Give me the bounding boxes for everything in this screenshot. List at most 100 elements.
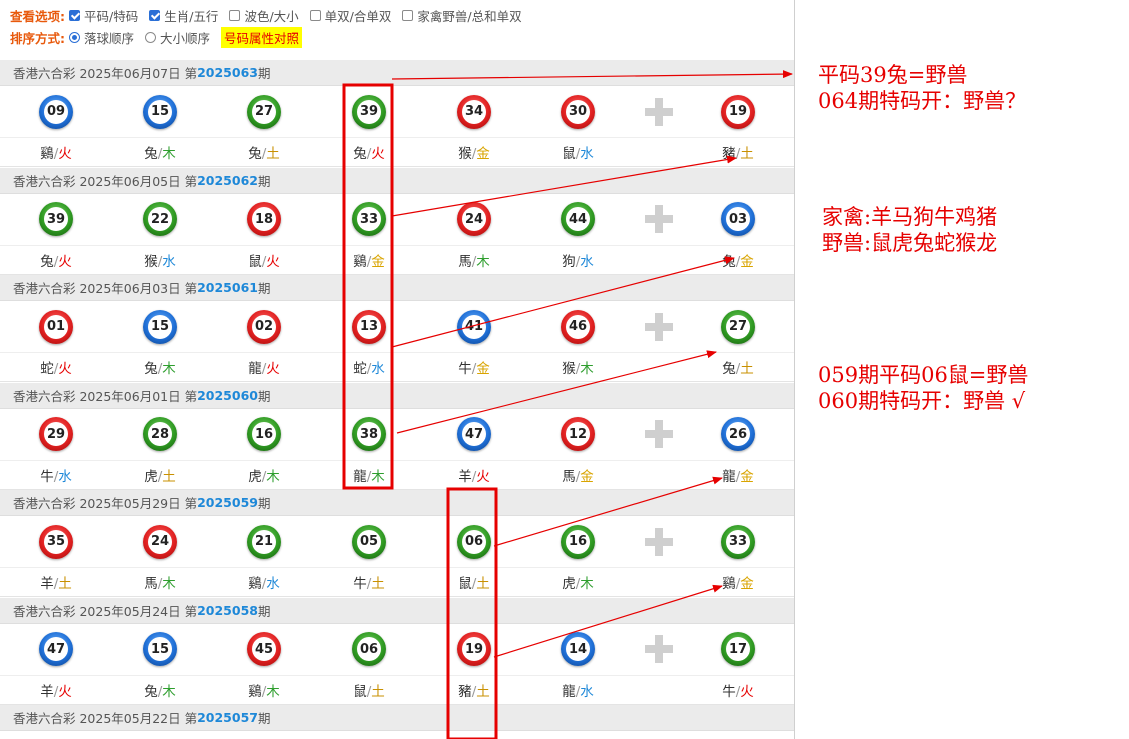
blue-ball: 15 [143, 94, 177, 129]
zodiac-element: 兔/土 [722, 357, 754, 377]
zodiac-element: 兔/金 [722, 250, 754, 270]
draw-issue-number[interactable]: 2025057 [197, 710, 258, 725]
zodiac-element: 牛/土 [353, 572, 385, 592]
zodiac: 猴 [458, 146, 472, 162]
attribute-cell: 龍/木 [349, 461, 389, 489]
attribute-cell: 牛/土 [349, 568, 389, 596]
zodiac-element: 羊/土 [40, 572, 72, 592]
element: 金 [740, 253, 754, 270]
green-ball: 16 [247, 417, 281, 451]
attribute-cell: 龍/火 [244, 353, 284, 381]
zodiac: 龍 [562, 683, 576, 700]
zodiac: 兔 [144, 683, 158, 700]
ball-number: 01 [44, 314, 68, 339]
zodiac-element: 豬/土 [458, 680, 490, 700]
checkbox-icon[interactable] [69, 9, 80, 21]
element: 水 [58, 468, 72, 485]
radio-icon[interactable] [69, 31, 80, 43]
element: 木 [162, 361, 176, 377]
draw-block: 香港六合彩 2025年05月24日 第 2025058 期 47 15 45 06 19 14 1… [0, 597, 794, 705]
ball-cell: 24 [140, 516, 180, 567]
plus-icon [645, 312, 673, 341]
element: 金 [371, 253, 385, 270]
draw-issue-number[interactable]: 2025061 [197, 280, 258, 295]
option-zodiac-element[interactable]: 生肖/五行 [149, 6, 218, 25]
checkbox-icon[interactable] [149, 9, 161, 21]
ball-cell: 06 [454, 516, 494, 567]
zodiac: 鷄 [40, 146, 54, 162]
zodiac: 狗 [562, 253, 576, 270]
element: 水 [580, 146, 594, 162]
annotation-line: 野兽:鼠虎兔蛇猴龙 [822, 231, 998, 255]
option-label: 生肖/五行 [164, 8, 219, 24]
element: 土 [740, 361, 754, 377]
element: 金 [476, 146, 490, 162]
attribute-cell: 牛/水 [36, 461, 76, 489]
zodiac: 鷄 [722, 576, 736, 592]
red-ball: 34 [457, 94, 491, 129]
ball-number: 03 [726, 207, 750, 231]
balls-row: 09 15 27 39 34 30 19 [0, 86, 794, 138]
annotation-line: 064期特码开：野兽？ [818, 89, 1027, 113]
ball-cell: 14 [558, 624, 598, 675]
blue-ball: 47 [39, 632, 73, 666]
draw-issue-number[interactable]: 2025063 [197, 65, 258, 80]
radio-icon[interactable] [145, 31, 157, 43]
zodiac-element: 兔/木 [144, 142, 176, 162]
draw-header: 香港六合彩 2025年06月05日 第 2025062 期 [0, 167, 794, 194]
ball-number: 24 [148, 529, 172, 554]
ball-cell: 28 [140, 409, 180, 460]
zodiac: 虎 [248, 468, 262, 485]
draw-issue-number[interactable]: 2025058 [197, 603, 258, 618]
ball-number: 46 [566, 314, 590, 339]
draw-issue-number[interactable]: 2025060 [197, 388, 258, 403]
ball-number: 39 [44, 207, 68, 231]
option-regular-special[interactable]: 平码/特码 [69, 6, 138, 25]
draw-date: 香港六合彩 2025年05月24日 第 [13, 603, 198, 619]
attribute-cell: 虎/木 [244, 461, 284, 489]
red-ball: 18 [247, 202, 281, 236]
attribute-cell: 龍/水 [558, 676, 598, 704]
zodiac: 羊 [40, 576, 54, 592]
red-ball: 30 [561, 94, 595, 129]
zodiac-element: 鼠/土 [353, 680, 385, 700]
option-color-size[interactable]: 波色/大小 [229, 6, 299, 25]
draw-header: 香港六合彩 2025年06月01日 第 2025060 期 [0, 382, 794, 409]
checkbox-icon[interactable] [402, 9, 414, 21]
element: 土 [58, 576, 72, 592]
ball-number: 18 [252, 207, 276, 231]
ball-cell: 47 [454, 409, 494, 460]
sort-size-order[interactable]: 大小顺序 [145, 28, 210, 47]
green-ball: 38 [352, 417, 386, 451]
attribute-cell: 虎/木 [558, 568, 598, 596]
draw-issue-number[interactable]: 2025059 [197, 495, 258, 510]
draw-issue-number[interactable]: 2025062 [197, 173, 258, 188]
zodiac: 龍 [248, 361, 262, 377]
blue-ball: 47 [457, 417, 491, 451]
sort-draw-order[interactable]: 落球顺序 [69, 28, 134, 47]
checkbox-icon[interactable] [309, 9, 321, 21]
ball-number: 02 [252, 314, 276, 339]
ball-number: 29 [44, 422, 68, 446]
attribute-cell: 鼠/火 [244, 246, 284, 274]
checkbox-icon[interactable] [229, 9, 241, 21]
zodiac-element: 兔/木 [144, 357, 176, 377]
draw-issue-suffix: 期 [257, 711, 271, 726]
annotation-line: 平码39兔=野兽 [818, 63, 968, 87]
number-attribute-compare-button[interactable]: 号码属性对照 [221, 26, 303, 48]
special-ball-cell: 26 [718, 409, 758, 460]
zodiac: 馬 [144, 576, 158, 592]
zodiac-element: 蛇/水 [353, 357, 385, 377]
option-domestic-wild[interactable]: 家禽野兽/总和单双 [402, 6, 522, 25]
attribute-cell: 蛇/火 [36, 353, 76, 381]
green-ball: 33 [721, 524, 755, 559]
zodiac-element: 猴/金 [458, 142, 490, 162]
zodiac: 鷄 [353, 253, 367, 270]
ball-cell: 21 [244, 516, 284, 567]
option-odd-even[interactable]: 单双/合单双 [309, 6, 391, 25]
attributes-row: 蛇/火 兔/木 龍/火 蛇/水 牛/金 猴/木 兔/土 [0, 353, 794, 382]
element: 火 [58, 683, 72, 700]
zodiac-element: 鷄/火 [40, 142, 72, 162]
draw-header: 香港六合彩 2025年05月22日 第 2025057 期 [0, 705, 794, 731]
zodiac: 鼠 [458, 576, 472, 592]
